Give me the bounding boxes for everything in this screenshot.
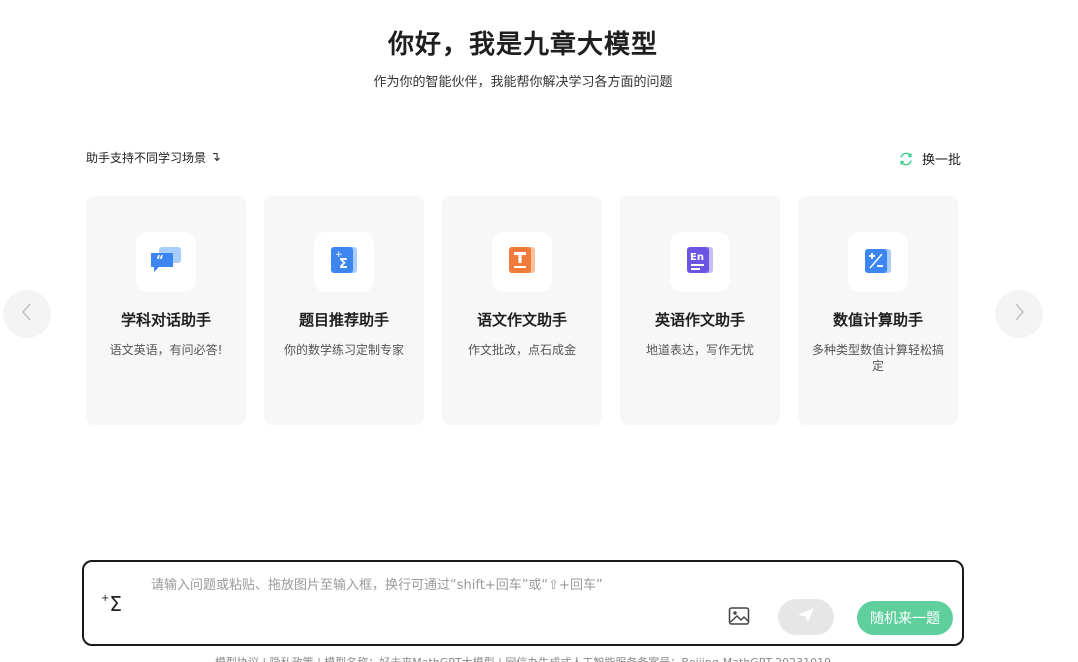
upload-image-button[interactable] — [727, 606, 751, 630]
chevron-left-icon — [21, 302, 33, 326]
card-title: 题目推荐助手 — [298, 311, 389, 329]
question-input[interactable] — [151, 574, 851, 596]
svg-text:“: “ — [156, 253, 164, 267]
card-title: 语文作文助手 — [476, 311, 567, 329]
chevron-right-icon — [1013, 302, 1025, 326]
footer-legal: 模型协议 | 隐私政策 | 模型名称：好未来MathGPT大模型 | 网信办生成… — [0, 654, 1046, 662]
curved-arrow-icon: ↴ — [210, 150, 221, 165]
assistant-card-numeric-calc[interactable]: 数值计算助手 多种类型数值计算轻松搞定 — [798, 196, 958, 425]
page-title: 你好，我是九章大模型 — [387, 30, 658, 60]
assistant-cards: “ 学科对话助手 语文英语，有问必答! + Σ 题目推荐助手 你的数学练习定制专… — [86, 196, 958, 425]
scene-label: 助手支持不同学习场景 ↴ — [86, 149, 221, 166]
card-icon-box: En — [670, 232, 730, 292]
scene-label-text: 助手支持不同学习场景 — [86, 151, 207, 165]
card-title: 学科对话助手 — [120, 311, 211, 329]
svg-text:En: En — [690, 252, 704, 263]
card-icon-box — [492, 232, 552, 292]
page: 你好，我是九章大模型 作为你的智能伙伴，我能帮你解决学习各方面的问题 助手支持不… — [0, 0, 1078, 662]
random-question-button[interactable]: 随机来一题 — [857, 601, 953, 635]
text-t-icon — [507, 245, 537, 279]
carousel-prev-button[interactable] — [3, 290, 51, 338]
image-icon — [728, 606, 750, 630]
card-desc: 作文批改，点石成金 — [467, 343, 576, 357]
card-desc: 你的数学练习定制专家 — [283, 343, 404, 357]
assistant-card-subject-chat[interactable]: “ 学科对话助手 语文英语，有问必答! — [86, 196, 246, 425]
question-input-box: +Σ 随机来一题 — [82, 560, 964, 646]
card-desc: 语文英语，有问必答! — [109, 343, 223, 357]
formula-editor-icon[interactable]: +Σ — [101, 592, 122, 616]
card-desc: 多种类型数值计算轻松搞定 — [812, 343, 945, 373]
refresh-label: 换一批 — [922, 153, 962, 168]
card-icon-box — [848, 232, 908, 292]
formula-plus-mark: + — [101, 593, 110, 605]
svg-text:Σ: Σ — [339, 257, 348, 272]
card-icon-box: + Σ — [314, 232, 374, 292]
page-subtitle: 作为你的智能伙伴，我能帮你解决学习各方面的问题 — [373, 75, 673, 90]
assistant-card-question-recommend[interactable]: + Σ 题目推荐助手 你的数学练习定制专家 — [264, 196, 424, 425]
carousel-next-button[interactable] — [995, 290, 1043, 338]
card-icon-box: “ — [136, 232, 196, 292]
send-button[interactable] — [778, 599, 834, 635]
refresh-button[interactable]: 换一批 — [898, 149, 961, 168]
formula-sigma-icon: + Σ — [329, 245, 359, 279]
assistant-card-chinese-essay[interactable]: 语文作文助手 作文批改，点石成金 — [442, 196, 602, 425]
assistant-card-english-essay[interactable]: En 英语作文助手 地道表达，写作无忧 — [620, 196, 780, 425]
card-desc: 地道表达，写作无忧 — [645, 343, 754, 357]
send-icon — [796, 606, 816, 628]
card-title: 英语作文助手 — [654, 311, 745, 329]
quote-bubble-icon: “ — [149, 245, 183, 279]
plus-minus-icon — [863, 245, 893, 279]
card-title: 数值计算助手 — [832, 311, 923, 329]
english-en-icon: En — [685, 245, 715, 279]
refresh-icon — [898, 151, 914, 167]
formula-sigma: Σ — [109, 592, 123, 616]
